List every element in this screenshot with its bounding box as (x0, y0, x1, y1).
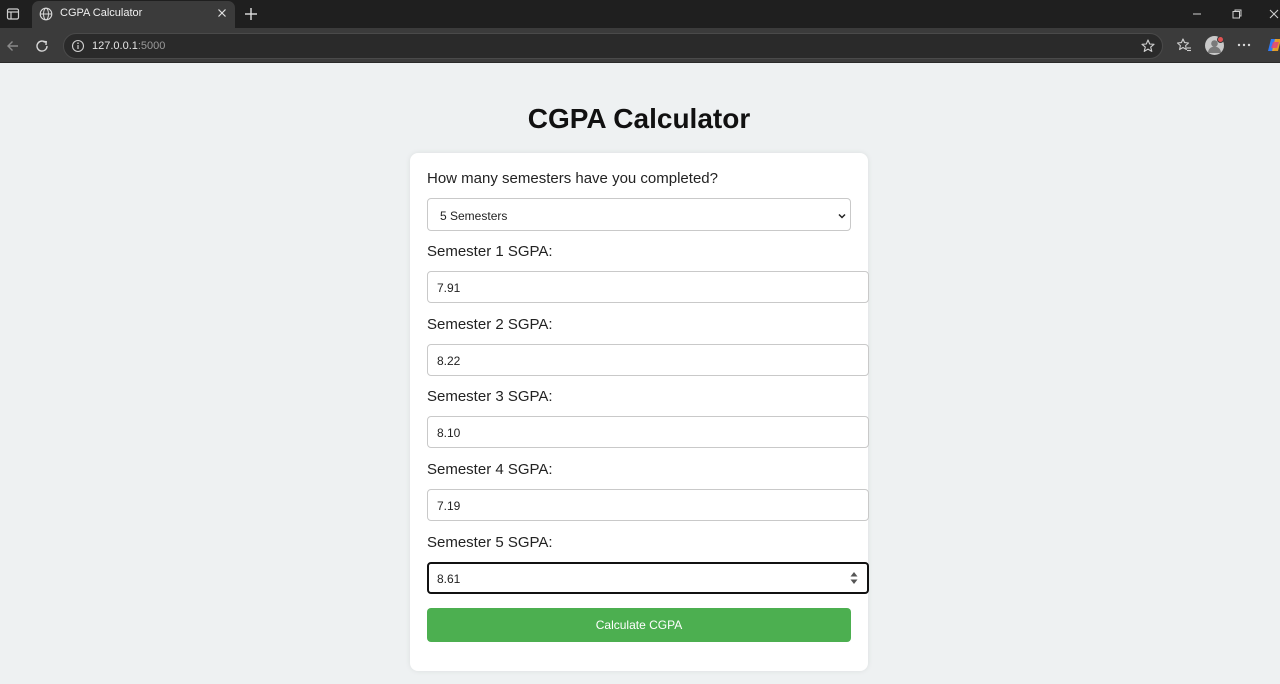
semester-count-label: How many semesters have you completed? (427, 170, 718, 187)
window-close-icon[interactable] (1266, 6, 1280, 22)
semester-5-value: 8.61 (437, 572, 461, 586)
url-text: 127.0.0.1:5000 (92, 40, 165, 52)
semester-2-input[interactable]: 8.22 (427, 344, 869, 376)
url-host: 127.0.0.1 (92, 40, 138, 52)
minimize-icon[interactable] (1189, 6, 1205, 22)
semester-2-label: Semester 2 SGPA: (427, 316, 553, 333)
more-icon[interactable] (1235, 36, 1253, 54)
info-icon[interactable] (71, 39, 85, 53)
chevron-down-icon (838, 213, 846, 219)
browser-toolbar: 127.0.0.1:5000 (0, 28, 1280, 63)
semester-count-value: 5 Semesters (440, 209, 508, 223)
globe-icon (39, 7, 53, 21)
semester-1-input[interactable]: 7.91 (427, 271, 869, 303)
semester-4-input[interactable]: 7.19 (427, 489, 869, 521)
browser-tab[interactable]: CGPA Calculator (32, 1, 235, 28)
calculator-card: How many semesters have you completed? 5… (410, 153, 869, 671)
restore-icon[interactable] (1229, 6, 1245, 22)
address-bar[interactable]: 127.0.0.1:5000 (63, 33, 1163, 59)
notification-dot (1217, 36, 1224, 43)
favorites-icon[interactable] (1175, 36, 1193, 54)
semester-3-label: Semester 3 SGPA: (427, 388, 553, 405)
semester-count-select[interactable]: 5 Semesters (427, 198, 851, 231)
sidebar-icon[interactable] (4, 5, 22, 23)
star-icon[interactable] (1140, 38, 1156, 54)
spinner-icon[interactable] (849, 570, 859, 586)
semester-4-value: 7.19 (437, 499, 461, 513)
semester-5-label: Semester 5 SGPA: (427, 534, 553, 551)
tab-title: CGPA Calculator (60, 7, 143, 19)
close-icon[interactable] (215, 6, 229, 20)
semester-1-value: 7.91 (437, 281, 461, 295)
semester-3-input[interactable]: 8.10 (427, 416, 869, 448)
back-icon[interactable] (4, 37, 22, 55)
copilot-icon[interactable] (1266, 36, 1280, 54)
calculate-cgpa-button[interactable]: Calculate CGPA (427, 608, 851, 642)
url-port: :5000 (137, 40, 166, 52)
semester-4-label: Semester 4 SGPA: (427, 461, 553, 478)
semester-2-value: 8.22 (437, 354, 461, 368)
browser-tab-bar: CGPA Calculator (0, 0, 1280, 28)
semester-1-label: Semester 1 SGPA: (427, 243, 553, 260)
plus-icon[interactable] (243, 6, 259, 22)
semester-3-value: 8.10 (437, 426, 461, 440)
page-viewport: CGPA Calculator How many semesters have … (0, 63, 1280, 684)
semester-5-input[interactable]: 8.61 (427, 562, 869, 594)
reload-icon[interactable] (33, 37, 51, 55)
page-title: CGPA Calculator (527, 103, 751, 134)
